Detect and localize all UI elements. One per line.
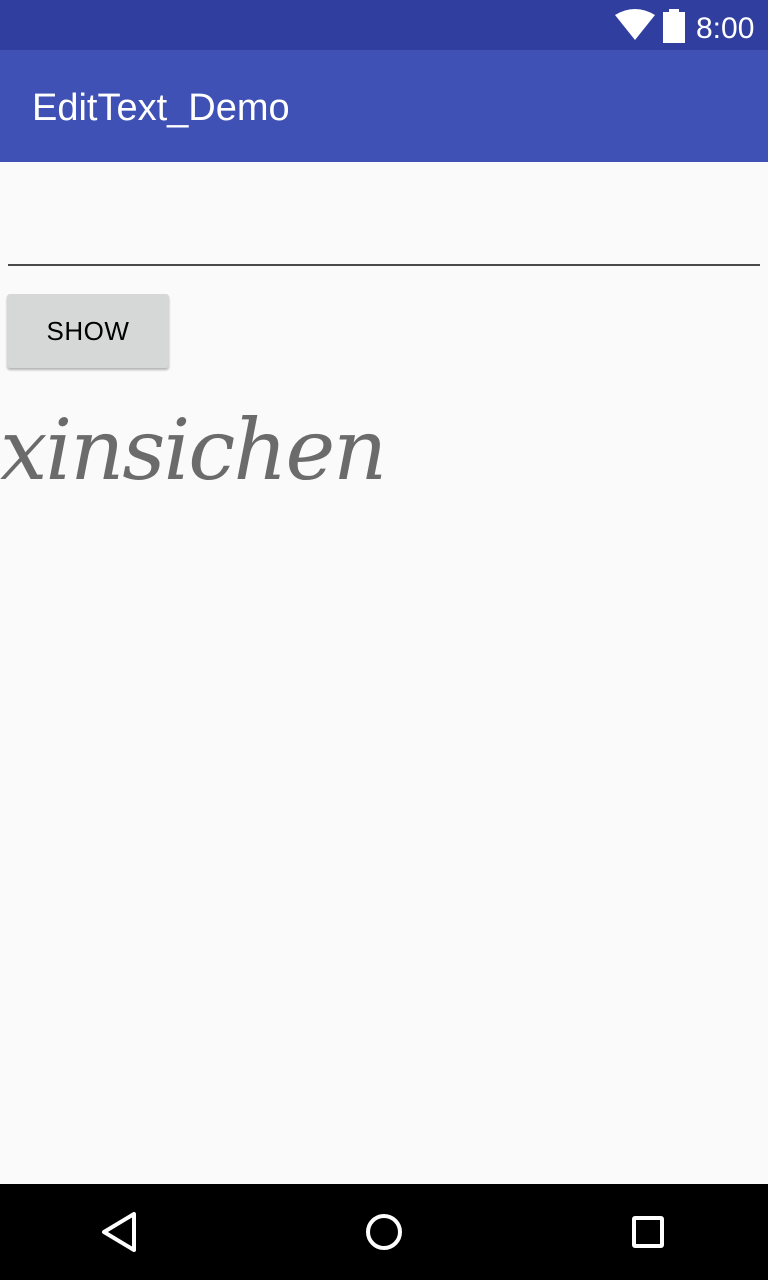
status-bar: 8:00 bbox=[0, 0, 768, 50]
navigation-bar bbox=[0, 1184, 768, 1280]
output-text: xinsichen bbox=[0, 401, 387, 499]
home-icon[interactable] bbox=[360, 1208, 408, 1256]
app-title: EditText_Demo bbox=[32, 87, 290, 129]
main-content: SHOW xinsichen bbox=[0, 162, 768, 1184]
status-clock: 8:00 bbox=[696, 12, 755, 45]
battery-icon bbox=[663, 9, 685, 43]
back-icon[interactable] bbox=[96, 1208, 144, 1256]
recents-icon[interactable] bbox=[624, 1208, 672, 1256]
edit-text-input[interactable] bbox=[8, 202, 760, 266]
app-bar: EditText_Demo bbox=[0, 50, 768, 162]
wifi-icon bbox=[615, 9, 655, 40]
show-button[interactable]: SHOW bbox=[7, 294, 169, 368]
screen: 8:00 EditText_Demo SHOW xinsichen bbox=[0, 0, 768, 1280]
